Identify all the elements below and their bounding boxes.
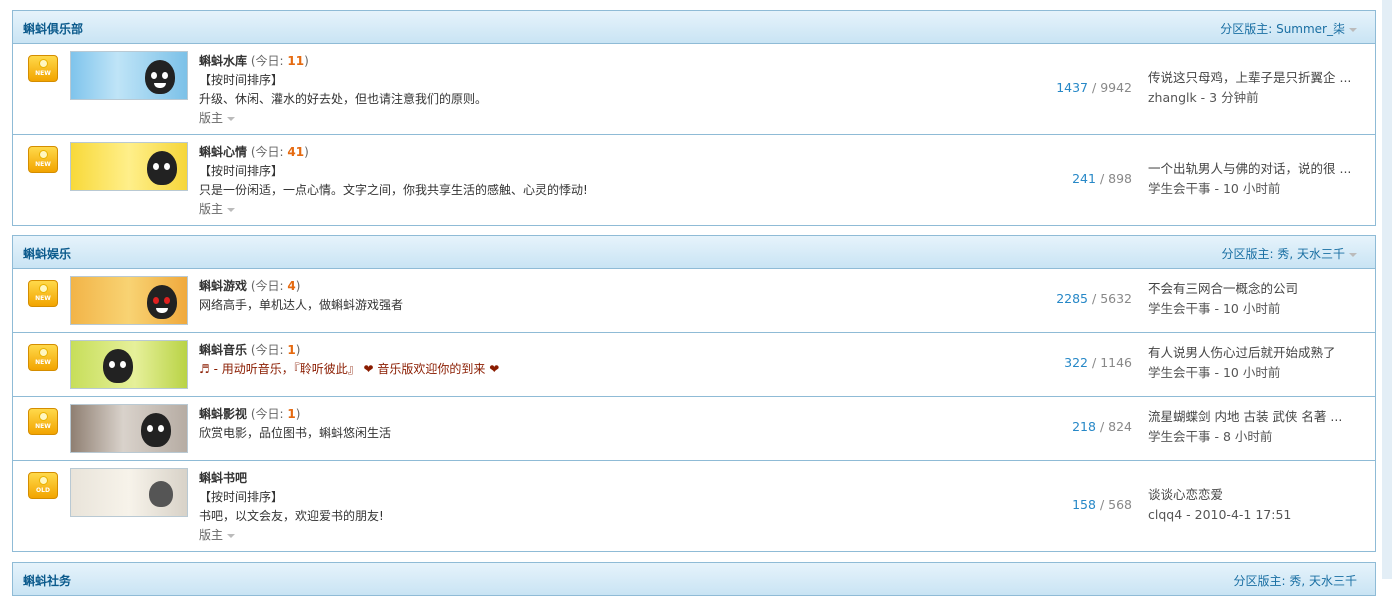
forum-icon-image[interactable] [70,142,188,191]
new-posts-icon: NEW [28,146,58,173]
forum-name[interactable]: 蝌蚪书吧 [199,471,247,485]
last-post-title[interactable]: 传说这只母鸡，上辈子是只折翼企 ... [1148,68,1351,88]
forum-row: NEW 蝌蚪心情 (今日: 41) 【按时间排序】 只是一份闲适，一点心情。文字… [13,134,1375,225]
last-post-author[interactable]: 学生会干事 - 10 小时前 [1148,179,1351,199]
last-post-author[interactable]: zhanglk - 3 分钟前 [1148,88,1351,108]
forum-name[interactable]: 蝌蚪音乐 [199,343,247,357]
sort-link[interactable]: 【按时间排序】 [199,488,384,507]
moderator-dropdown[interactable]: 版主 [199,200,588,219]
forum-section-club: 蝌蚪俱乐部 分区版主: Summer_柒 NEW 蝌蚪水库 (今日: 11) 【… [12,10,1376,226]
forum-description: 网络高手，单机达人，做蝌蚪游戏强者 [199,298,404,312]
last-post-title[interactable]: 谈谈心恋恋爱 [1148,485,1291,505]
moderator-dropdown[interactable]: 版主 [199,526,384,545]
forum-stats: 241 / 898 [1072,171,1132,186]
moderator-dropdown[interactable]: 版主 [199,109,487,128]
today-count: (今日: 4) [250,279,301,293]
last-post-author[interactable]: clqq4 - 2010-4-1 17:51 [1148,505,1291,525]
forum-description: 只是一份闲适，一点心情。文字之间，你我共享生活的感触、心灵的悸动! [199,183,588,197]
section-title[interactable]: 蝌蚪俱乐部 [23,20,83,37]
section-header: 蝌蚪俱乐部 分区版主: Summer_柒 [13,11,1375,44]
section-header: 蝌蚪娱乐 分区版主: 秀, 天水三千 [13,236,1375,269]
forum-row: NEW 蝌蚪游戏 (今日: 4) 网络高手，单机达人，做蝌蚪游戏强者 2285 … [13,269,1375,332]
forum-stats: 322 / 1146 [1064,355,1132,370]
chevron-down-icon [1349,252,1357,257]
section-title[interactable]: 蝌蚪社务 [23,572,71,589]
last-post-author[interactable]: 学生会干事 - 8 小时前 [1148,427,1342,447]
today-count: (今日: 1) [250,407,301,421]
forum-icon-image[interactable] [70,340,188,389]
chevron-down-icon [1349,27,1357,32]
forum-row: OLD 蝌蚪书吧 【按时间排序】 书吧，以文会友，欢迎爱书的朋友! 版主 158… [13,460,1375,551]
forum-name[interactable]: 蝌蚪水库 [199,54,247,68]
forum-description: ♬ - 用动听音乐，『聆听彼此』 ❤ 音乐版欢迎你的到来 ❤ [199,362,500,376]
sort-link[interactable]: 【按时间排序】 [199,71,487,90]
section-moderators[interactable]: 分区版主: 秀, 天水三千 [1222,245,1357,262]
forum-stats: 1437 / 9942 [1056,80,1132,95]
forum-stats: 218 / 824 [1072,419,1132,434]
forum-name[interactable]: 蝌蚪影视 [199,407,247,421]
last-post-title[interactable]: 一个出轨男人与佛的对话，说的很 ... [1148,159,1351,179]
forum-description: 欣赏电影，品位图书，蝌蚪悠闲生活 [199,426,392,440]
last-post-title[interactable]: 有人说男人伤心过后就开始成熟了 [1148,343,1336,363]
chevron-down-icon [227,116,236,121]
no-new-posts-icon: OLD [28,472,58,499]
forum-row: NEW 蝌蚪音乐 (今日: 1) ♬ - 用动听音乐，『聆听彼此』 ❤ 音乐版欢… [13,332,1375,396]
forum-row: NEW 蝌蚪影视 (今日: 1) 欣赏电影，品位图书，蝌蚪悠闲生活 218 / … [13,396,1375,460]
new-posts-icon: NEW [28,280,58,307]
chevron-down-icon [227,207,236,212]
forum-row: NEW 蝌蚪水库 (今日: 11) 【按时间排序】 升级、休闲、灌水的好去处，但… [13,44,1375,134]
new-posts-icon: NEW [28,344,58,371]
last-post-title[interactable]: 不会有三网合一概念的公司 [1148,279,1298,299]
forum-stats: 158 / 568 [1072,497,1132,512]
section-moderators[interactable]: 分区版主: 秀, 天水三千 [1234,572,1358,589]
forum-section-affairs: 蝌蚪社务 分区版主: 秀, 天水三千 [12,562,1376,596]
section-moderators[interactable]: 分区版主: Summer_柒 [1220,20,1357,37]
forum-name[interactable]: 蝌蚪游戏 [199,279,247,293]
last-post-title[interactable]: 流星蝴蝶剑 内地 古装 武侠 名著 ... [1148,407,1342,427]
forum-description: 升级、休闲、灌水的好去处，但也请注意我们的原则。 [199,92,488,106]
today-count: (今日: 41) [250,145,309,159]
new-posts-icon: NEW [28,408,58,435]
forum-icon-image[interactable] [70,468,188,517]
section-title[interactable]: 蝌蚪娱乐 [23,245,71,262]
forum-stats: 2285 / 5632 [1056,291,1132,306]
today-count: (今日: 11) [250,54,309,68]
sort-link[interactable]: 【按时间排序】 [199,162,588,181]
last-post-author[interactable]: 学生会干事 - 10 小时前 [1148,299,1298,319]
last-post-author[interactable]: 学生会干事 - 10 小时前 [1148,363,1336,383]
chevron-down-icon [227,533,236,538]
forum-name[interactable]: 蝌蚪心情 [199,145,247,159]
forum-icon-image[interactable] [70,276,188,325]
forum-icon-image[interactable] [70,51,188,100]
forum-section-entertainment: 蝌蚪娱乐 分区版主: 秀, 天水三千 NEW 蝌蚪游戏 (今日: 4) 网络高手… [12,235,1376,552]
page-scroll-strip [1382,0,1392,579]
section-header: 蝌蚪社务 分区版主: 秀, 天水三千 [13,563,1375,596]
new-posts-icon: NEW [28,55,58,82]
forum-description: 书吧，以文会友，欢迎爱书的朋友! [199,509,384,523]
today-count: (今日: 1) [250,343,301,357]
forum-icon-image[interactable] [70,404,188,453]
